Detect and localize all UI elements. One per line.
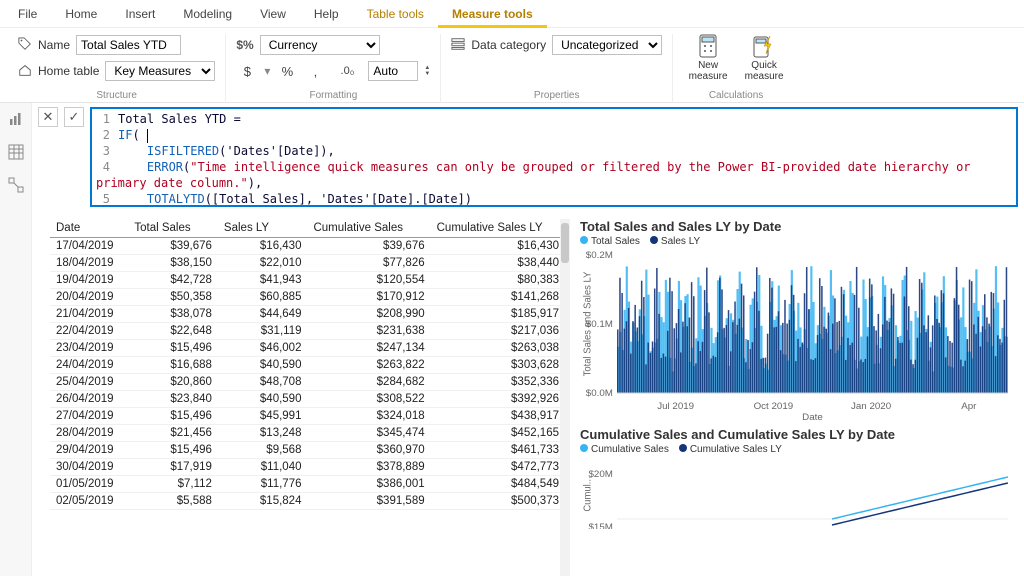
- table-row[interactable]: 01/05/2019$7,112$11,776$386,001$484,549: [50, 476, 565, 493]
- svg-text:$0.2M: $0.2M: [586, 251, 613, 261]
- table-row[interactable]: 22/04/2019$22,648$31,119$231,638$217,036: [50, 323, 565, 340]
- format-prefix-icon: $%: [236, 38, 253, 52]
- decimal-places-input[interactable]: [368, 61, 418, 81]
- ribbon-group-formatting: $% Currency $ ▾ % ‚ .0₀ ▲▼ Formatting: [226, 34, 441, 103]
- menu-tab-measure-tools[interactable]: Measure tools: [438, 0, 547, 28]
- formatting-buttons-row: $ ▾ % ‚ .0₀ ▲▼: [236, 60, 430, 82]
- table-row[interactable]: 26/04/2019$23,840$40,590$308,522$392,926: [50, 391, 565, 408]
- ribbon-group-calculations: New measure Quick measure Calculations: [673, 34, 799, 103]
- formula-editor[interactable]: 1Total Sales YTD =2IF( 3 ISFILTERED('Dat…: [90, 107, 1018, 207]
- svg-text:Jan 2020: Jan 2020: [851, 401, 891, 412]
- chart1-area[interactable]: Total Sales and Sales LY$0.0M$0.1M$0.2MJ…: [580, 251, 1012, 421]
- table-row[interactable]: 24/04/2019$16,688$40,590$263,822$303,628: [50, 357, 565, 374]
- scrollbar-thumb[interactable]: [561, 223, 569, 263]
- table-row[interactable]: 19/04/2019$42,728$41,943$120,554$80,383: [50, 272, 565, 289]
- quick-measure-button[interactable]: Quick measure: [739, 34, 789, 82]
- table-row[interactable]: 17/04/2019$39,676$16,430$39,676$16,430: [50, 238, 565, 255]
- table-row[interactable]: 29/04/2019$15,496$9,568$360,970$461,733: [50, 442, 565, 459]
- legend-item: Total Sales: [580, 236, 640, 247]
- column-header[interactable]: Cumulative Sales: [307, 219, 430, 238]
- column-header[interactable]: Date: [50, 219, 128, 238]
- svg-text:$20M: $20M: [588, 469, 612, 480]
- data-category-select[interactable]: Uncategorized: [552, 35, 662, 55]
- group-label-structure: Structure: [96, 90, 137, 103]
- chart1-legend: Total Sales Sales LY: [580, 234, 1012, 251]
- menubar: FileHomeInsertModelingViewHelpTable tool…: [0, 0, 1024, 28]
- quick-measure-icon: [750, 34, 778, 58]
- calculator-icon: [694, 34, 722, 58]
- formula-commit-button[interactable]: ✓: [64, 107, 84, 127]
- menu-tab-table-tools[interactable]: Table tools: [353, 0, 438, 28]
- name-label: Name: [38, 38, 70, 52]
- table-row[interactable]: 30/04/2019$17,919$11,040$378,889$472,773: [50, 459, 565, 476]
- report-view-icon[interactable]: [8, 111, 24, 130]
- group-label-formatting: Formatting: [309, 90, 357, 103]
- legend-item: Cumulative Sales: [580, 444, 669, 455]
- svg-text:Apr: Apr: [961, 401, 977, 412]
- svg-text:Date: Date: [802, 412, 823, 421]
- chart1-title: Total Sales and Sales LY by Date: [580, 219, 1012, 234]
- table-row[interactable]: 27/04/2019$15,496$45,991$324,018$438,917: [50, 408, 565, 425]
- home-table-select[interactable]: Key Measures: [105, 61, 215, 81]
- home-icon: [18, 63, 32, 80]
- column-header[interactable]: Total Sales: [128, 219, 218, 238]
- ribbon-group-structure: Name Home table Key Measures Structure: [8, 34, 226, 103]
- chart2-area[interactable]: Cumul... $15M $20M: [580, 459, 1012, 529]
- formula-cancel-button[interactable]: ✕: [38, 107, 58, 127]
- svg-text:$0.1M: $0.1M: [586, 319, 613, 330]
- column-header[interactable]: Cumulative Sales LY: [431, 219, 565, 238]
- decimal-places-button[interactable]: .0₀: [332, 61, 362, 81]
- table-row[interactable]: 20/04/2019$50,358$60,885$170,912$141,268: [50, 289, 565, 306]
- model-view-icon[interactable]: [8, 177, 24, 196]
- home-table-label: Home table: [38, 64, 99, 78]
- menu-tab-insert[interactable]: Insert: [111, 0, 169, 28]
- thousands-sep-button[interactable]: ‚: [304, 61, 326, 81]
- formula-bar: ✕ ✓ 1Total Sales YTD =2IF( 3 ISFILTERED(…: [32, 103, 1024, 213]
- svg-text:$15M: $15M: [588, 522, 612, 529]
- svg-text:Oct 2019: Oct 2019: [754, 401, 794, 412]
- ribbon: Name Home table Key Measures Structure $…: [0, 28, 1024, 103]
- group-label-calculations: Calculations: [709, 90, 763, 103]
- legend-item: Cumulative Sales LY: [679, 444, 782, 455]
- currency-button[interactable]: $: [236, 61, 258, 81]
- table-row[interactable]: 02/05/2019$5,588$15,824$391,589$500,373: [50, 493, 565, 510]
- table-scrollbar[interactable]: [560, 219, 570, 576]
- chart2-legend: Cumulative Sales Cumulative Sales LY: [580, 442, 1012, 459]
- table-row[interactable]: 25/04/2019$20,860$48,708$284,682$352,336: [50, 374, 565, 391]
- menu-tab-view[interactable]: View: [246, 0, 300, 28]
- menu-tab-home[interactable]: Home: [51, 0, 111, 28]
- data-view-icon[interactable]: [8, 144, 24, 163]
- menu-tab-file[interactable]: File: [4, 0, 51, 28]
- table-row[interactable]: 21/04/2019$38,078$44,649$208,990$185,917: [50, 306, 565, 323]
- stepper-down-icon[interactable]: ▼: [424, 71, 430, 77]
- svg-text:$0.0M: $0.0M: [586, 388, 613, 399]
- tag-icon: [18, 37, 32, 54]
- view-rail: [0, 103, 32, 576]
- chart2-title: Cumulative Sales and Cumulative Sales LY…: [580, 427, 1012, 442]
- svg-text:Cumul...: Cumul...: [582, 476, 593, 511]
- svg-text:Jul 2019: Jul 2019: [657, 401, 694, 412]
- format-select[interactable]: Currency: [260, 35, 380, 55]
- menu-tab-help[interactable]: Help: [300, 0, 353, 28]
- table-row[interactable]: 28/04/2019$21,456$13,248$345,474$452,165: [50, 425, 565, 442]
- legend-item: Sales LY: [650, 236, 700, 247]
- table-row[interactable]: 23/04/2019$15,496$46,002$247,134$263,038: [50, 340, 565, 357]
- group-label-properties: Properties: [534, 90, 580, 103]
- new-measure-button[interactable]: New measure: [683, 34, 733, 82]
- ribbon-group-properties: Data category Uncategorized Properties: [441, 34, 673, 103]
- measure-name-input[interactable]: [76, 35, 181, 55]
- menu-tab-modeling[interactable]: Modeling: [169, 0, 246, 28]
- table-row[interactable]: 18/04/2019$38,150$22,010$77,826$38,440: [50, 255, 565, 272]
- category-icon: [451, 37, 465, 54]
- data-category-label: Data category: [471, 38, 546, 52]
- column-header[interactable]: Sales LY: [218, 219, 308, 238]
- percent-button[interactable]: %: [276, 61, 298, 81]
- data-table-visual[interactable]: DateTotal SalesSales LYCumulative SalesC…: [50, 219, 570, 576]
